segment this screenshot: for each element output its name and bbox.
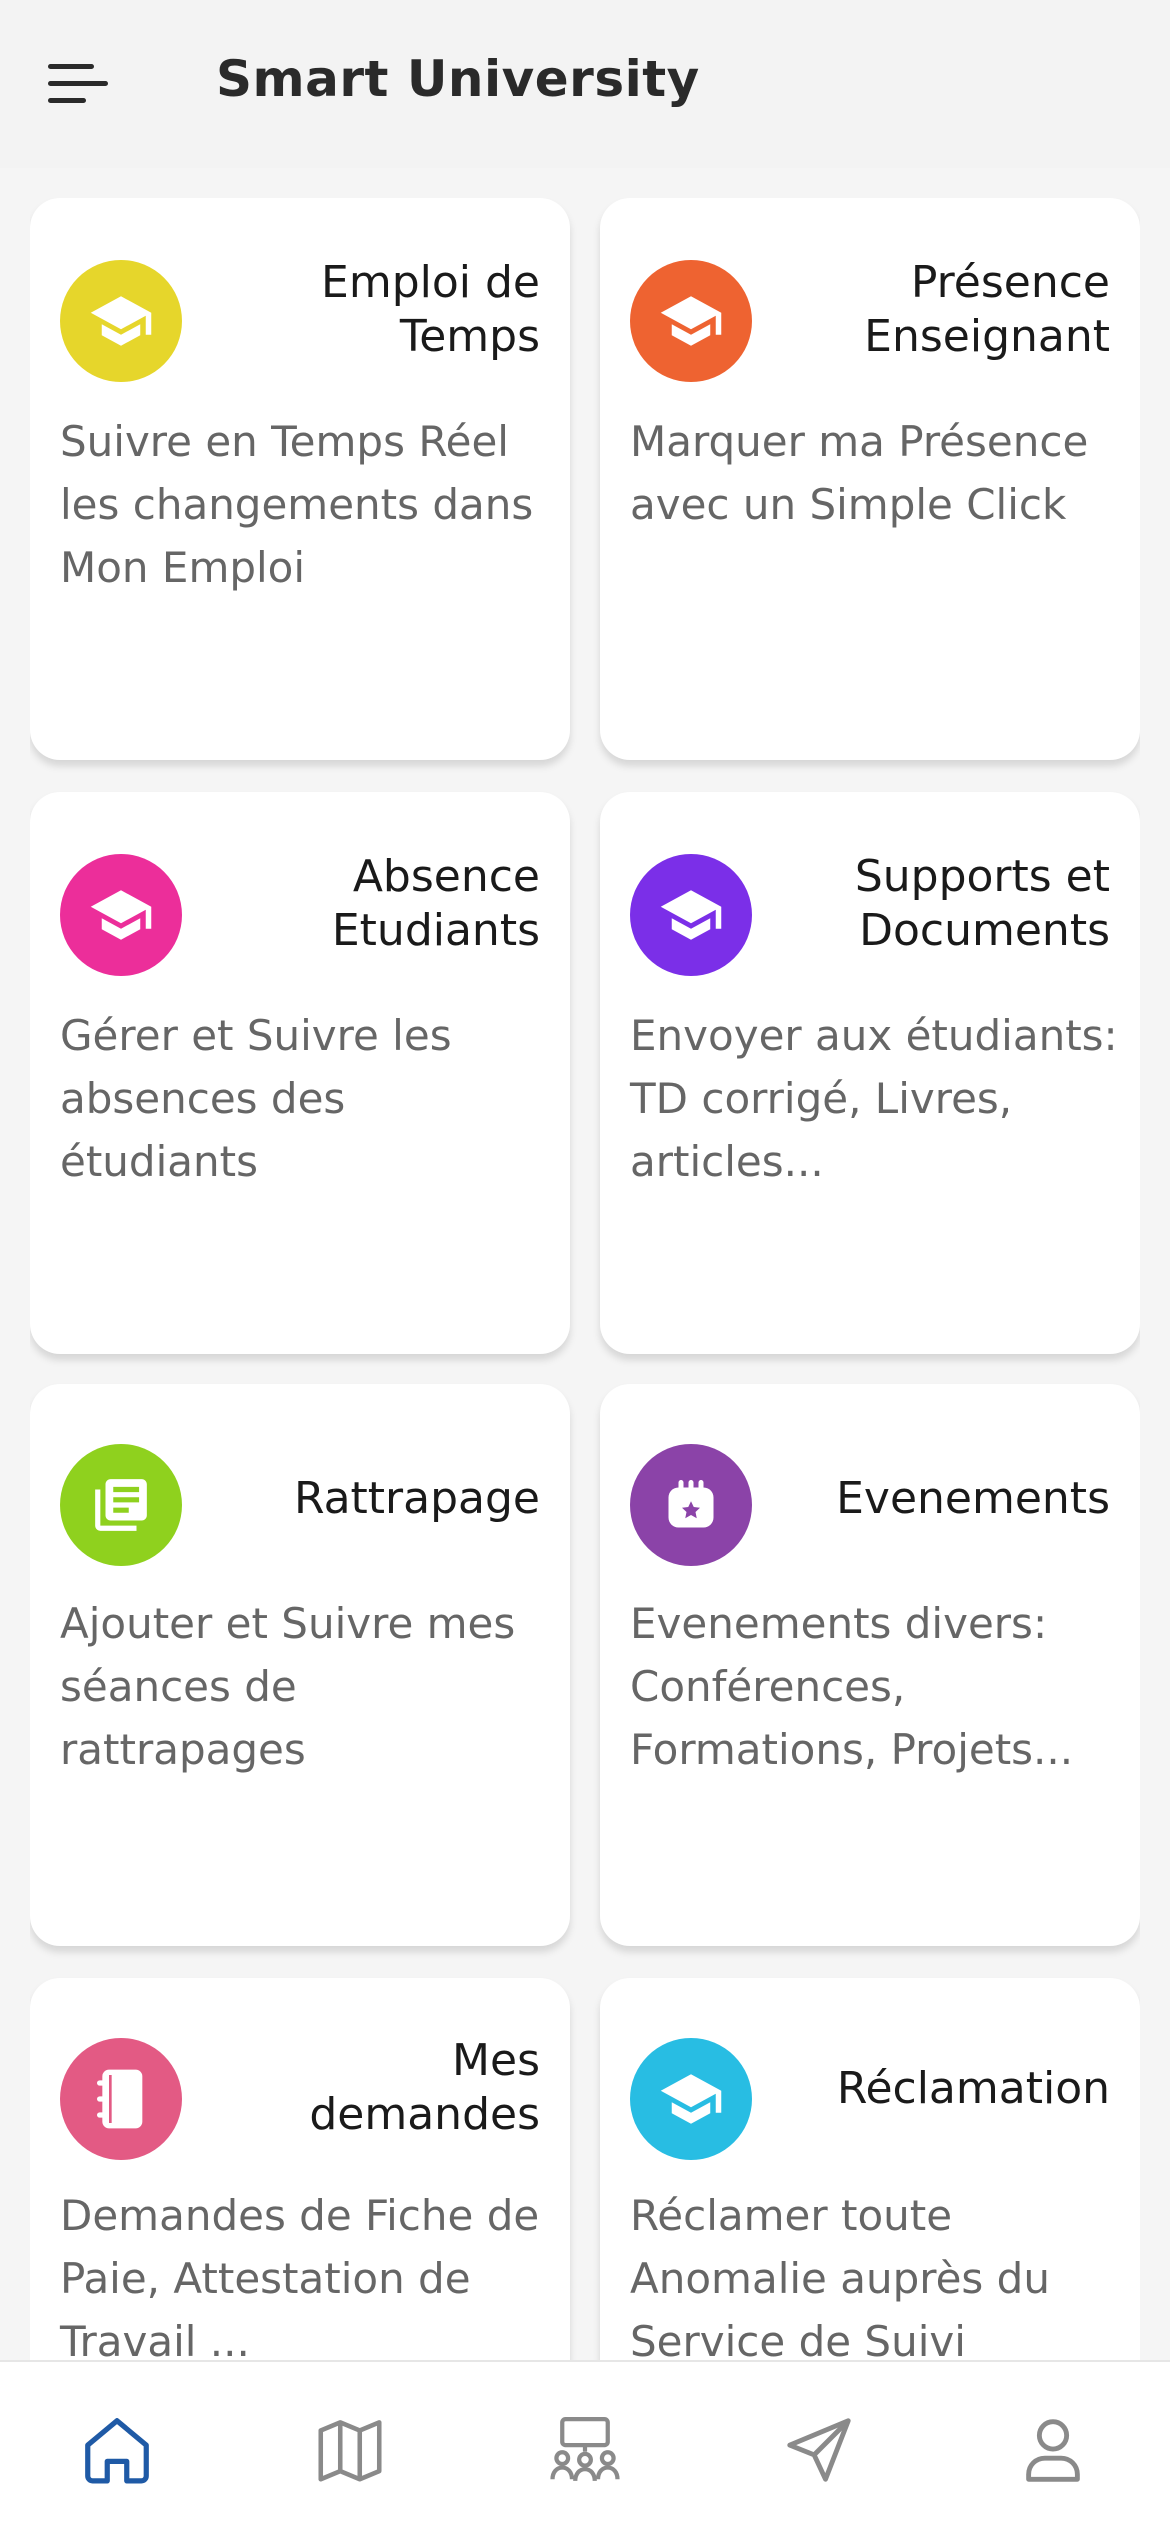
graduation-cap-icon <box>90 296 152 346</box>
card-title: Rattrapage <box>293 1473 540 1524</box>
card-icon-badge <box>630 854 752 976</box>
nav-home[interactable] <box>72 2410 162 2490</box>
notebook-icon <box>97 2069 143 2129</box>
app-title: Smart University <box>216 50 700 108</box>
graduation-cap-icon <box>660 2074 722 2124</box>
card-description: Envoyer aux étudiants: TD corrigé, Livre… <box>630 1011 1118 1186</box>
home-icon <box>85 2418 149 2484</box>
app-screen: Smart University Emploi de Temps Suivre … <box>0 0 1170 2532</box>
card-title: Présence Enseignant <box>864 257 1110 362</box>
people-board-icon <box>550 2417 620 2482</box>
card-title: Absence Etudiants <box>331 851 540 956</box>
card-title: Réclamation <box>836 2063 1110 2114</box>
card-mes-demandes[interactable]: Mes demandes Demandes de Fiche de Paie, … <box>30 1978 570 2360</box>
event-calendar-icon <box>668 1480 714 1528</box>
card-reclamation[interactable]: Réclamation Réclamer toute Anomalie aupr… <box>600 1978 1140 2360</box>
card-emploi-de-temps[interactable]: Emploi de Temps Suivre en Temps Réel les… <box>30 198 570 760</box>
card-title: Emploi de Temps <box>321 257 540 362</box>
nav-send[interactable] <box>774 2410 864 2490</box>
card-icon-badge <box>630 260 752 382</box>
nav-map[interactable] <box>305 2410 395 2490</box>
card-absence-etudiants[interactable]: Absence Etudiants Gérer et Suivre les ab… <box>30 792 570 1354</box>
send-icon <box>787 2418 851 2482</box>
card-title: Supports et Documents <box>854 851 1110 956</box>
card-evenements[interactable]: Evenements Evenements divers: Conférence… <box>600 1384 1140 1946</box>
card-icon-badge <box>60 1444 182 1566</box>
card-description: Gérer et Suivre les absences des étudian… <box>60 1011 452 1186</box>
card-presence-enseignant[interactable]: Présence Enseignant Marquer ma Présence … <box>600 198 1140 760</box>
card-supports-et-documents[interactable]: Supports et Documents Envoyer aux étudia… <box>600 792 1140 1354</box>
menu-icon <box>48 64 108 103</box>
card-title: Evenements <box>836 1473 1110 1524</box>
card-description: Demandes de Fiche de Paie, Attestation d… <box>60 2191 540 2360</box>
card-description: Marquer ma Présence avec un Simple Click <box>630 417 1089 529</box>
profile-icon <box>1026 2419 1080 2482</box>
card-icon-badge <box>60 854 182 976</box>
graduation-cap-icon <box>90 890 152 940</box>
card-icon-badge <box>630 2038 752 2160</box>
library-books-icon <box>95 1479 147 1531</box>
card-description: Evenements divers: Conférences, Formatio… <box>630 1599 1074 1774</box>
card-icon-badge <box>630 1444 752 1566</box>
card-icon-badge <box>60 2038 182 2160</box>
card-icon-badge <box>60 260 182 382</box>
feature-grid: Emploi de Temps Suivre en Temps Réel les… <box>30 198 1140 2360</box>
card-title: Mes demandes <box>309 2035 540 2140</box>
bottom-navigation <box>0 2360 1170 2532</box>
menu-button[interactable] <box>46 54 122 114</box>
card-description: Réclamer toute Anomalie auprès du Servic… <box>630 2191 1050 2360</box>
card-rattrapage[interactable]: Rattrapage Ajouter et Suivre mes séances… <box>30 1384 570 1946</box>
graduation-cap-icon <box>660 890 722 940</box>
map-icon <box>318 2420 382 2482</box>
graduation-cap-icon <box>660 296 722 346</box>
top-app-bar: Smart University <box>0 0 1170 168</box>
card-description: Ajouter et Suivre mes séances de rattrap… <box>60 1599 516 1774</box>
nav-profile[interactable] <box>1008 2410 1098 2490</box>
nav-community[interactable] <box>540 2410 630 2490</box>
card-description: Suivre en Temps Réel les changements dan… <box>60 417 534 592</box>
